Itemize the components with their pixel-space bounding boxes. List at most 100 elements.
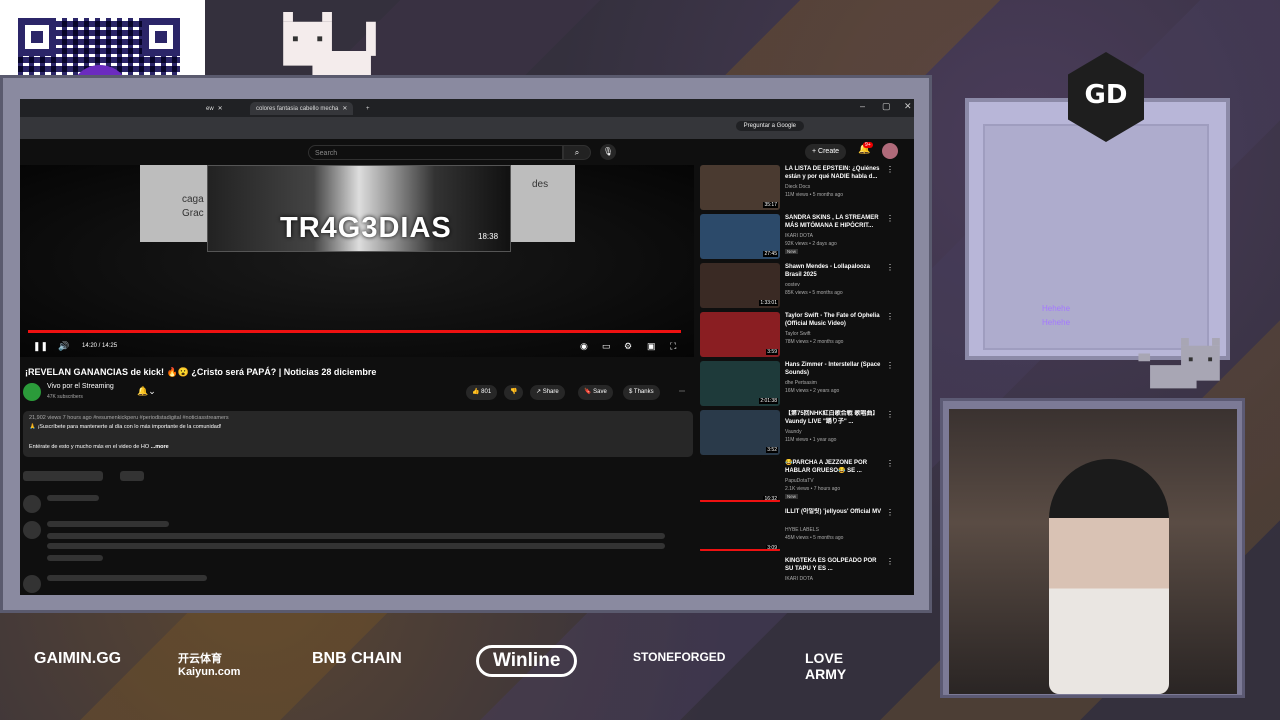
recommendation-meta: 92K views • 2 days ago <box>785 241 837 247</box>
more-options-icon[interactable]: ⋮ <box>886 263 894 272</box>
recommendation-item[interactable]: 3:59 Taylor Swift - The Fate of Ophelia (… <box>700 312 914 360</box>
maximize-icon[interactable]: ▢ <box>882 101 891 112</box>
settings-icon[interactable]: ⚙ <box>624 341 632 352</box>
more-actions-icon[interactable]: ⋯ <box>673 385 691 400</box>
volume-icon[interactable]: 🔊 <box>58 341 69 352</box>
ask-google-button[interactable]: Preguntar a Google <box>735 121 804 131</box>
avatar[interactable] <box>882 143 898 159</box>
share-label: Share <box>542 389 559 395</box>
more-options-icon[interactable]: ⋮ <box>886 557 894 566</box>
streamer <box>1049 459 1169 694</box>
recommendation-item[interactable]: 27:45 SANDRA SKINS , LA STREAMER MÁS MITÓ… <box>700 214 914 262</box>
recommendation-item[interactable]: KINGTEKA ES GOLPEADO POR SU TAPU Y ES ..… <box>700 557 914 595</box>
recommendation-channel: oostev <box>785 282 800 288</box>
miniplayer-icon[interactable]: ▣ <box>647 341 656 352</box>
new-badge: New <box>785 494 799 499</box>
time-display: 14:20 / 14:25 <box>82 343 118 349</box>
new-badge: New <box>785 249 799 254</box>
more-options-icon[interactable]: ⋮ <box>886 214 894 223</box>
sponsor-stoneforged: STONEFORGED <box>633 650 726 664</box>
recommendation-item[interactable]: 16:32 😂PARCHA A JEZZONE POR HABLAR GRUESO… <box>700 459 914 507</box>
recommendation-item[interactable]: 3:52 【第75回NHK紅白歌合戦 歌唱曲】Vaundy LIVE "踊り子" … <box>700 410 914 458</box>
progress-bar[interactable] <box>28 330 682 333</box>
more-options-icon[interactable]: ⋮ <box>886 165 894 174</box>
recommendation-title: Shawn Mendes - Lollapalooza Brasil 2025 <box>785 264 871 278</box>
recommendation-meta: 11M views • 1 year ago <box>785 437 837 443</box>
tab-1[interactable]: ew ✕ <box>200 102 229 115</box>
thumbnail-duration: 18:38 <box>478 232 499 241</box>
create-label: Create <box>818 148 840 155</box>
autoplay-toggle[interactable]: ◉ <box>580 341 588 352</box>
like-button[interactable]: 👍 801 <box>466 385 498 400</box>
mic-icon[interactable]: 🎙 <box>600 144 616 160</box>
more-options-icon[interactable]: ⋮ <box>886 459 894 468</box>
recommendation-thumbnail[interactable]: 3:52 <box>700 410 780 455</box>
more-options-icon[interactable]: ⋮ <box>886 361 894 370</box>
close-icon[interactable]: ✕ <box>342 105 347 112</box>
recommendation-item[interactable]: 2:01:38 Hans Zimmer - Interstellar (Space… <box>700 361 914 409</box>
close-icon[interactable]: ✕ <box>218 105 223 112</box>
peek-text-left: caga Grac <box>182 194 204 219</box>
minimize-icon[interactable]: – <box>860 101 865 111</box>
overlay-panel-inner <box>983 124 1209 350</box>
recommendation-thumbnail[interactable]: 16:32 <box>700 459 780 504</box>
recommendation-meta: 85K views • 5 months ago <box>785 290 843 296</box>
recommendation-thumbnail[interactable]: 1:33:01 <box>700 263 780 308</box>
more-options-icon[interactable]: ⋮ <box>886 410 894 419</box>
recommendation-thumbnail[interactable]: 27:45 <box>700 214 780 259</box>
more-options-icon[interactable]: ⋮ <box>886 508 894 517</box>
skeleton <box>47 533 665 539</box>
tab-active[interactable]: colores fantasia cabello mecha ✕ <box>250 102 354 115</box>
sponsor-love-army: LOVE ARMY <box>805 650 847 682</box>
thanks-button[interactable]: $ Thanks <box>623 385 660 400</box>
captions-icon[interactable]: ▭ <box>602 341 611 352</box>
dislike-button[interactable]: 👎 <box>504 385 524 400</box>
recommendation-channel: IKARI DOTA <box>785 576 813 582</box>
sponsor-gaimin: GAIMIN.GG <box>34 650 122 667</box>
recommendation-item[interactable]: 35:17 LA LISTA DE EPSTEIN: ¿Quiénes están… <box>700 165 914 213</box>
recommendation-title: 【第75回NHK紅白歌合戦 歌唱曲】Vaundy LIVE "踊り子" ... <box>785 411 879 425</box>
recommendation-item[interactable]: 1:33:01 Shawn Mendes - Lollapalooza Brasi… <box>700 263 914 311</box>
duration-badge: 35:17 <box>763 202 778 208</box>
create-button[interactable]: + Create <box>805 144 847 160</box>
channel-avatar[interactable] <box>23 383 41 401</box>
watched-progress <box>700 549 780 551</box>
browser-window: ew ✕ colores fantasia cabello mecha ✕ + – … <box>20 99 914 595</box>
skeleton <box>23 471 103 481</box>
thanks-label: Thanks <box>633 389 654 395</box>
fullscreen-icon[interactable]: ⛶ <box>670 341 676 352</box>
recommendation-title: Taylor Swift - The Fate of Ophelia (Offi… <box>785 313 880 327</box>
recommendation-thumbnail[interactable]: 2:01:38 <box>700 361 780 406</box>
recommendation-meta: 45M views • 5 months ago <box>785 535 844 541</box>
recommendation-meta: 16M views • 2 years ago <box>785 388 840 394</box>
recommendation-meta: 78M views • 2 months ago <box>785 339 844 345</box>
video-meta: 21,902 views 7 hours ago #resumenkickper… <box>29 415 229 421</box>
subscribe-bell-icon[interactable]: 🔔⌄ <box>137 386 156 397</box>
share-button[interactable]: ↗ Share <box>530 385 565 400</box>
channel-name[interactable]: Vivo por el Streaming <box>47 383 114 390</box>
video-player[interactable]: caga Grac des TR4G3DIAS 18:38 ❚❚ 🔊 14:20… <box>20 165 694 357</box>
recommendation-channel: PapuDotaTV <box>785 478 814 484</box>
save-button[interactable]: 🔖 Save <box>578 385 613 400</box>
sponsor-winline: Winline <box>476 645 578 677</box>
skeleton <box>23 521 41 539</box>
new-tab-button[interactable]: + <box>360 102 376 115</box>
duration-badge: 1:33:01 <box>759 300 778 306</box>
pause-icon[interactable]: ❚❚ <box>33 341 48 352</box>
close-window-icon[interactable]: ✕ <box>904 101 912 112</box>
pixel-cat-gray-icon <box>1138 338 1220 389</box>
recommendation-thumbnail[interactable]: 35:17 <box>700 165 780 210</box>
search-input[interactable]: Search <box>308 145 563 160</box>
more-options-icon[interactable]: ⋮ <box>886 312 894 321</box>
recommendation-channel: Dieck Docs <box>785 184 811 190</box>
recommendation-item[interactable]: 3:09 ILLIT (아일릿) 'jellyous' Official MV HY… <box>700 508 914 556</box>
skeleton <box>47 543 665 549</box>
description-line: Entérate de esto y mucho más en el video… <box>29 444 169 450</box>
recommendation-thumbnail[interactable] <box>700 557 780 595</box>
more-link[interactable]: ...more <box>151 444 169 450</box>
search-icon[interactable]: ⌕ <box>563 145 591 160</box>
recommendation-thumbnail[interactable]: 3:59 <box>700 312 780 357</box>
video-title: ¡REVELAN GANANCIAS de kick! 🔥😮 ¿Cristo s… <box>25 367 377 377</box>
description-box[interactable]: 21,902 views 7 hours ago #resumenkickper… <box>23 411 693 457</box>
recommendation-thumbnail[interactable]: 3:09 <box>700 508 780 553</box>
